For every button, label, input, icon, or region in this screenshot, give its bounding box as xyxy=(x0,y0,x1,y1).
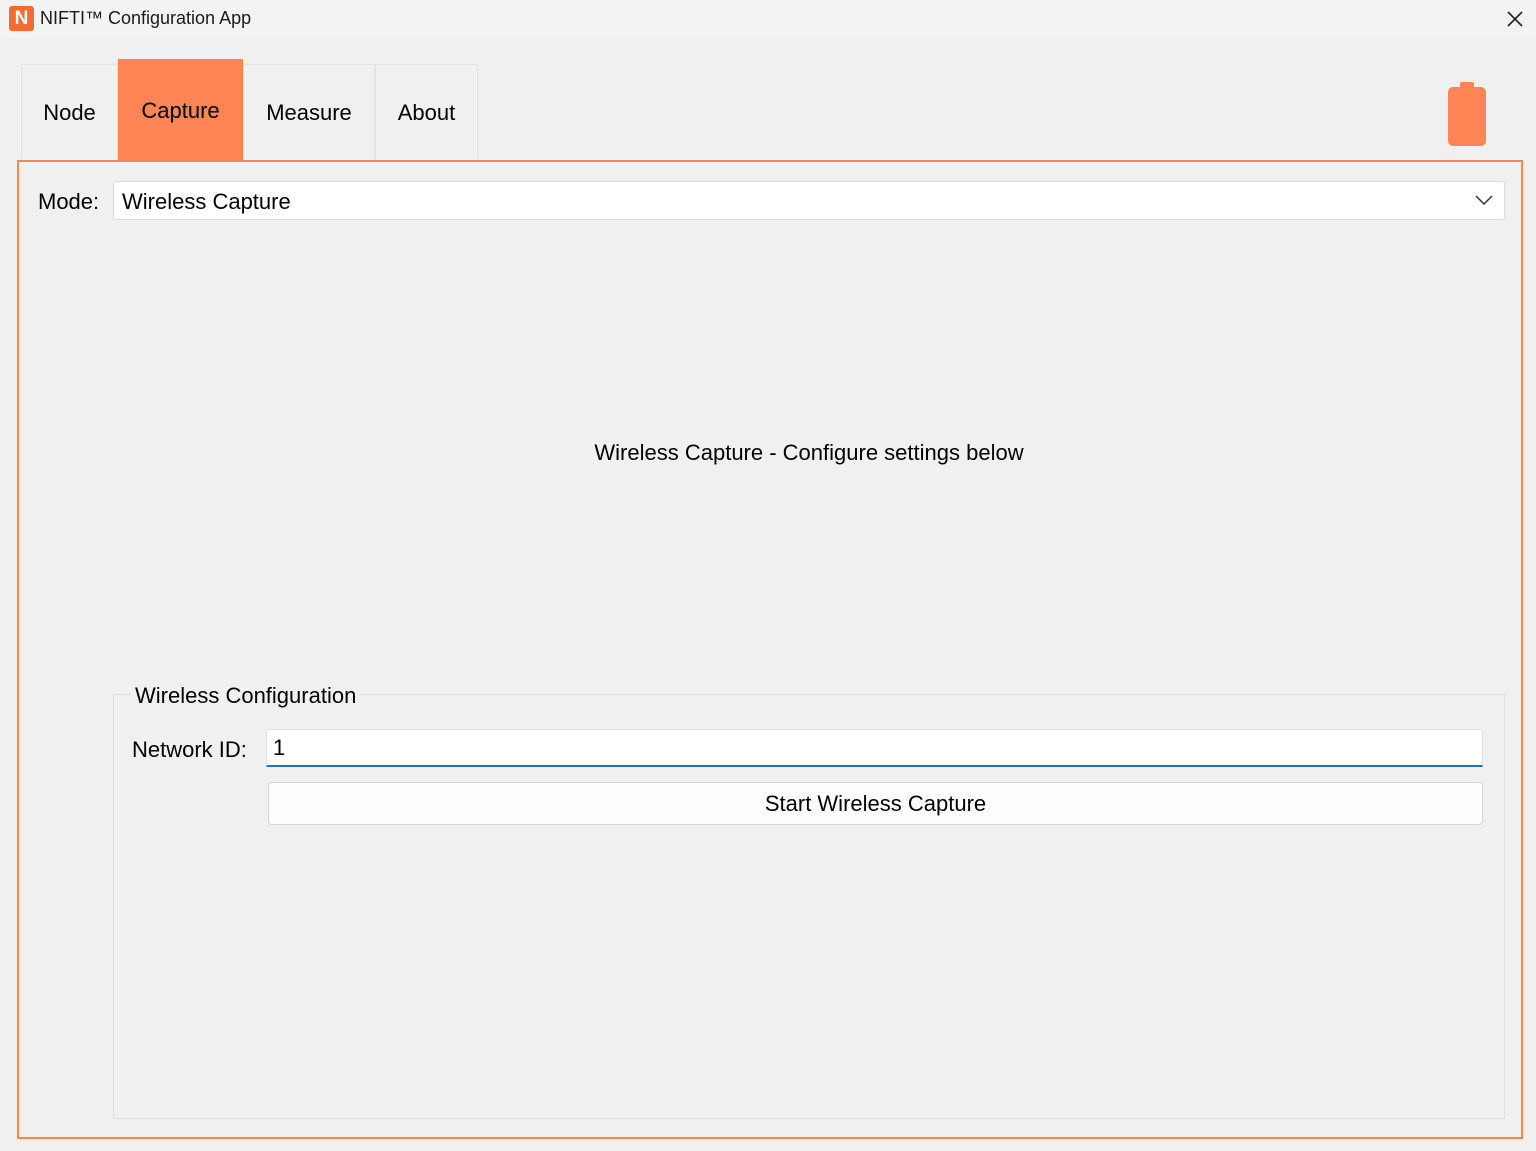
title-bar: N NIFTI™ Configuration App xyxy=(0,0,1536,38)
battery-icon xyxy=(1448,82,1486,146)
network-id-label: Network ID: xyxy=(132,737,247,762)
tab-measure-label: Measure xyxy=(266,100,352,125)
tab-measure[interactable]: Measure xyxy=(243,64,375,161)
chevron-down-icon xyxy=(1475,195,1493,206)
window-title: NIFTI™ Configuration App xyxy=(40,8,252,28)
tab-capture-label: Capture xyxy=(141,97,220,123)
mode-label: Mode: xyxy=(38,189,100,214)
tab-capture[interactable]: Capture xyxy=(118,59,243,161)
tab-about-label: About xyxy=(397,100,456,125)
mode-select[interactable]: Wireless Capture xyxy=(113,181,1505,220)
app-logo-icon: N xyxy=(9,6,34,31)
network-id-input[interactable] xyxy=(266,729,1483,767)
tab-node-label: Node xyxy=(43,100,96,125)
close-icon xyxy=(1507,11,1523,27)
tab-node[interactable]: Node xyxy=(21,64,118,161)
wireless-configuration-title: Wireless Configuration xyxy=(131,683,361,709)
mode-description: Wireless Capture - Configure settings be… xyxy=(594,440,1024,465)
close-button[interactable] xyxy=(1496,0,1536,38)
tab-about[interactable]: About xyxy=(375,64,478,161)
mode-select-value: Wireless Capture xyxy=(122,189,291,214)
start-wireless-capture-button[interactable]: Start Wireless Capture xyxy=(268,782,1483,825)
capture-panel: Mode: Wireless Capture Wireless Capture … xyxy=(17,160,1523,1139)
